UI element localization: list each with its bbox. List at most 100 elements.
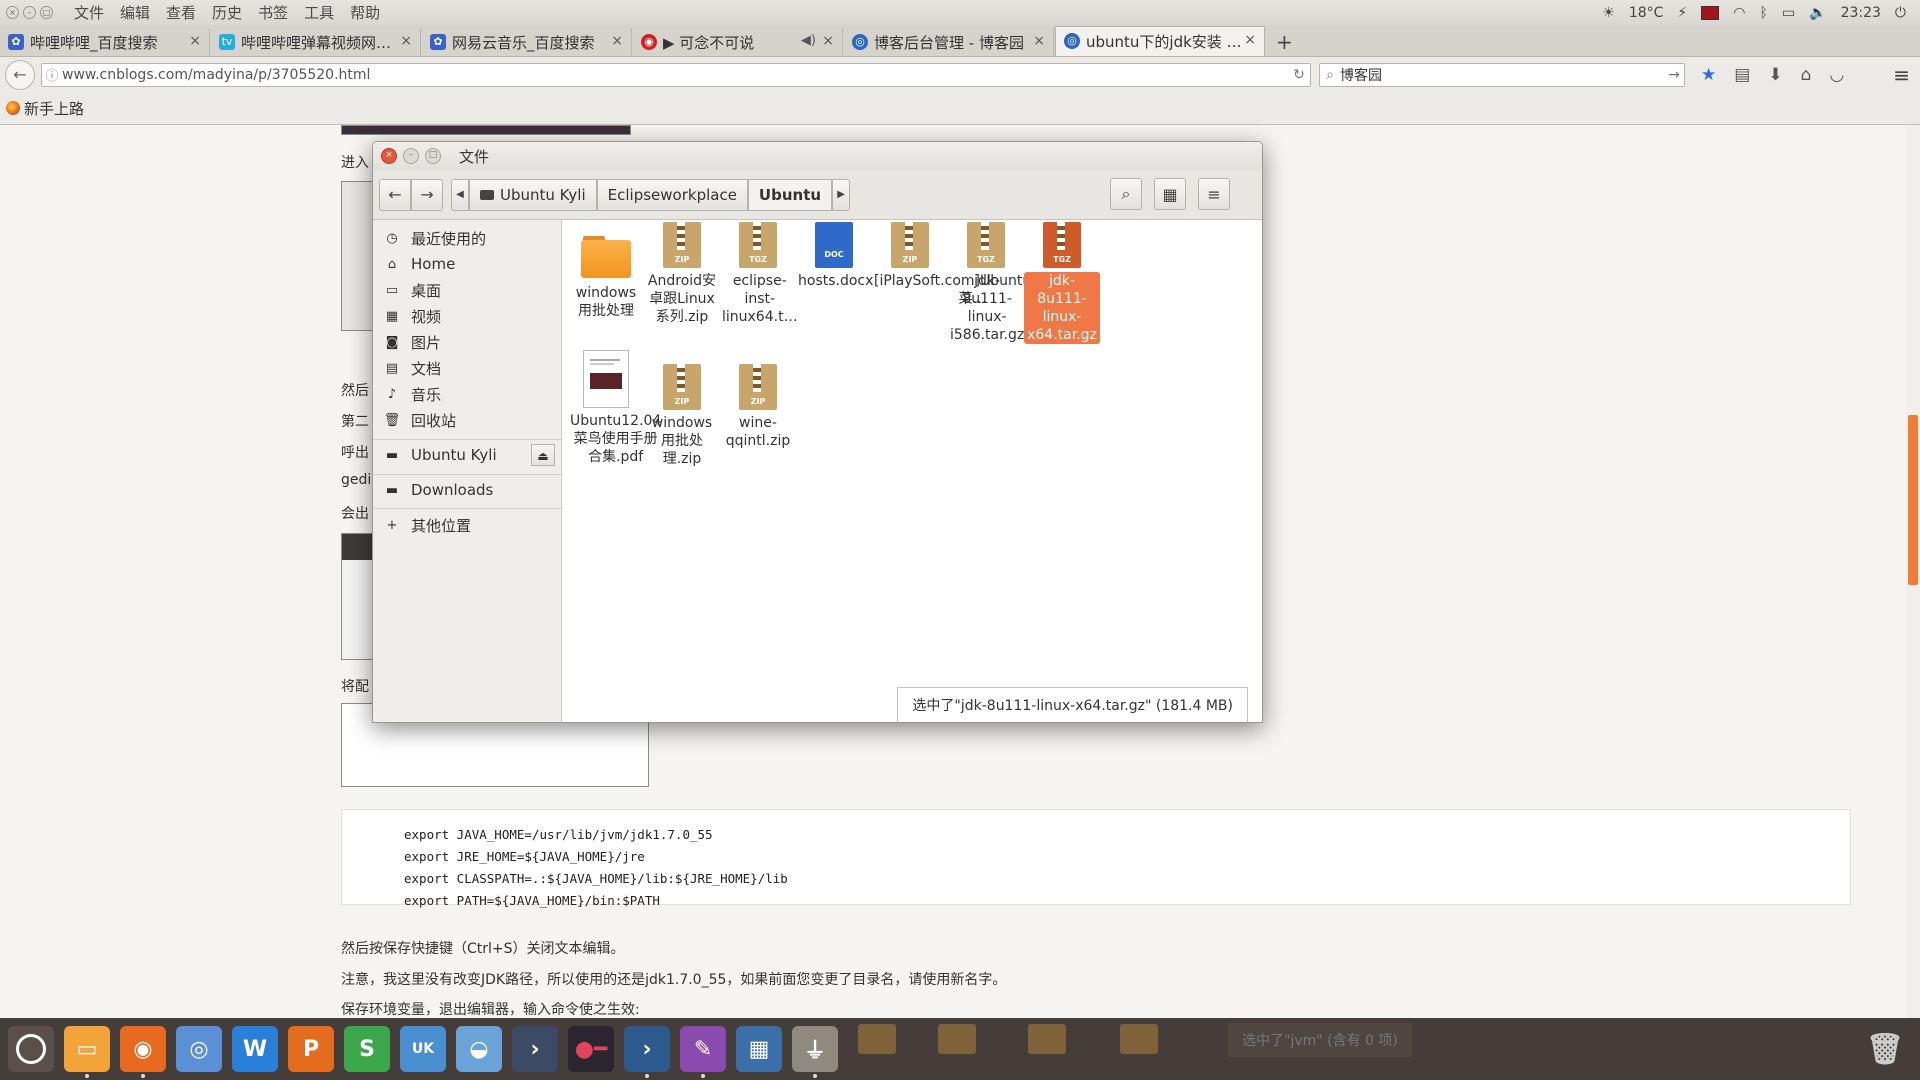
scrollbar-thumb[interactable]	[1908, 415, 1918, 585]
sidebar-item-documents[interactable]: ▤ 文档	[373, 355, 561, 381]
menu-file[interactable]: 文件	[74, 2, 104, 23]
input-method-icon[interactable]: ⚡	[1677, 5, 1687, 21]
close-tab-icon[interactable]: ×	[1244, 32, 1256, 48]
search-input[interactable]: 博客园	[1340, 65, 1664, 85]
url-text[interactable]: www.cnblogs.com/madyina/p/3705520.html	[62, 67, 1288, 83]
bluetooth-icon[interactable]: ᛒ	[1759, 5, 1767, 21]
close-icon[interactable]: ×	[381, 148, 397, 164]
new-tab-icon[interactable]: +	[1266, 28, 1303, 56]
launcher-ubuntu-kylin[interactable]: UK	[400, 1026, 446, 1072]
tab-baidu-netease[interactable]: ✿ 网易云音乐_百度搜索 ×	[422, 28, 632, 56]
menu-edit[interactable]: 编辑	[120, 2, 150, 23]
page-scrollbar[interactable]	[1906, 125, 1920, 1018]
menu-help[interactable]: 帮助	[350, 2, 380, 23]
launcher-workspaces[interactable]: ▦	[736, 1026, 782, 1072]
launcher-wps-spreadsheet[interactable]: S	[344, 1026, 390, 1072]
sidebar-item-desktop[interactable]: ▭ 桌面	[373, 277, 561, 303]
close-tab-icon[interactable]: ×	[822, 33, 834, 49]
sidebar-item-videos[interactable]: ▦ 视频	[373, 303, 561, 329]
breadcrumb-ubuntu-kyli[interactable]: Ubuntu Kyli	[469, 178, 597, 211]
file-item[interactable]: TGZ eclipse-inst-linux64.t…	[720, 222, 798, 326]
reading-list-icon[interactable]: ▤	[1734, 65, 1750, 85]
bookmark-item[interactable]: 新手上路	[24, 98, 84, 119]
close-tab-icon[interactable]: ×	[189, 33, 201, 49]
menu-view[interactable]: 查看	[166, 2, 196, 23]
file-item[interactable]: ZIP Android安卓跟Linux系列.zip	[644, 222, 720, 326]
close-tab-icon[interactable]: ×	[1033, 33, 1045, 49]
tab-jdk-article[interactable]: ◎ ubuntu下的jdk安装 … ×	[1055, 26, 1265, 56]
home-icon[interactable]: ⌂	[1801, 65, 1812, 85]
menu-history[interactable]: 历史	[212, 2, 242, 23]
launcher-vscode[interactable]: ›	[624, 1026, 670, 1078]
file-item[interactable]: windows用批处理	[568, 234, 644, 320]
tab-bilibili[interactable]: tv 哔哩哔哩弹幕视频网… ×	[211, 28, 421, 56]
file-item[interactable]: ZIP wine-qqintl.zip	[720, 364, 796, 450]
launcher-files[interactable]: ▭	[64, 1026, 110, 1078]
minimize-icon[interactable]: –	[403, 148, 419, 164]
file-item[interactable]: Ubuntu12.04菜鸟使用手册合集.pdf	[568, 350, 661, 466]
sidebar-item-other-locations[interactable]: + 其他位置	[373, 512, 561, 538]
speaker-icon[interactable]: ◀)	[801, 33, 816, 48]
sidebar-item-trash[interactable]: 🗑 回收站	[373, 407, 561, 433]
tab-baidu-bilibili[interactable]: ✿ 哔哩哔哩_百度搜索 ×	[0, 28, 210, 56]
forward-button[interactable]: →	[411, 178, 443, 211]
file-item[interactable]: ZIP windows用批处理.zip	[644, 364, 720, 468]
back-button[interactable]: ←	[5, 59, 35, 90]
bookmark-star-icon[interactable]: ★	[1701, 65, 1716, 85]
reload-icon[interactable]: ↻	[1288, 67, 1310, 83]
sidebar-item-home[interactable]: ⌂ Home	[373, 251, 561, 277]
address-bar[interactable]: ⓘ www.cnblogs.com/madyina/p/3705520.html…	[41, 62, 1311, 87]
power-icon[interactable]: ⏻	[1895, 5, 1906, 21]
path-scroll-left-button[interactable]: ◀	[451, 178, 469, 211]
back-button[interactable]: ←	[379, 178, 411, 211]
menu-tools[interactable]: 工具	[304, 2, 334, 23]
breadcrumb-ubuntu[interactable]: Ubuntu	[747, 178, 833, 211]
tab-netease-music[interactable]: ◉ ▶ 可念不可说 ◀) ×	[633, 28, 843, 56]
maximize-icon[interactable]: □	[425, 148, 441, 164]
breadcrumb-eclipseworkplace[interactable]: Eclipseworkplace	[596, 178, 748, 211]
path-scroll-right-button[interactable]: ▶	[832, 178, 851, 211]
view-grid-button[interactable]: ▦	[1154, 178, 1186, 210]
tab-cnblogs-admin[interactable]: ◎ 博客后台管理 - 博客园 ×	[844, 28, 1054, 56]
maximize-window-icon[interactable]: □	[40, 6, 53, 19]
arrow-right-icon[interactable]: →	[1664, 67, 1684, 83]
wifi-icon[interactable]: ◠	[1733, 5, 1745, 21]
hamburger-menu-icon[interactable]: ≡	[1893, 63, 1910, 87]
monitor-icon[interactable]	[1701, 5, 1720, 20]
menu-bookmarks[interactable]: 书签	[258, 2, 288, 23]
volume-icon[interactable]: 🔈	[1809, 5, 1826, 21]
launcher-terminal[interactable]: ›	[512, 1026, 558, 1072]
search-bar[interactable]: ⌕ 博客园 →	[1319, 62, 1685, 87]
battery-icon[interactable]: ▭	[1782, 5, 1795, 21]
sidebar-item-music[interactable]: ♪ 音乐	[373, 381, 561, 407]
minimize-window-icon[interactable]: –	[23, 6, 36, 19]
file-manager-titlebar[interactable]: × – □ 文件	[373, 142, 1262, 170]
launcher-wps-writer[interactable]: W	[232, 1026, 278, 1072]
temperature[interactable]: 18°C	[1629, 5, 1664, 21]
clock[interactable]: 23:23	[1841, 5, 1881, 21]
info-icon[interactable]: ⓘ	[42, 65, 62, 84]
close-window-icon[interactable]: ×	[6, 6, 19, 19]
launcher-screen-recorder[interactable]: ●━	[568, 1026, 614, 1072]
launcher-firefox[interactable]: ◉	[120, 1026, 166, 1078]
launcher-chromium[interactable]: ◎	[176, 1026, 222, 1072]
launcher-usb-drive[interactable]: ⏚	[792, 1026, 838, 1078]
close-tab-icon[interactable]: ×	[611, 33, 623, 49]
search-button[interactable]: ⌕	[1110, 178, 1142, 210]
file-item[interactable]: TGZ jdk-8u111-linux-i586.tar.gz	[948, 222, 1024, 344]
pocket-icon[interactable]: ◡	[1829, 65, 1844, 85]
file-item-selected[interactable]: TGZ jdk-8u111-linux-x64.tar.gz	[1024, 222, 1100, 344]
launcher-trash[interactable]: 🗑	[1862, 1026, 1908, 1072]
launcher-text-editor[interactable]: ✎	[680, 1026, 726, 1078]
sidebar-item-pictures[interactable]: ◙ 图片	[373, 329, 561, 355]
launcher-dash[interactable]	[8, 1026, 54, 1072]
weather-icon[interactable]: ☀	[1602, 5, 1615, 21]
sidebar-item-recent[interactable]: ◷ 最近使用的	[373, 225, 561, 251]
close-tab-icon[interactable]: ×	[400, 33, 412, 49]
launcher-software-center[interactable]: ◒	[456, 1026, 502, 1072]
sidebar-item-downloads[interactable]: ▬ Downloads	[373, 477, 561, 503]
eject-button[interactable]: ⏏	[531, 444, 555, 466]
menu-button[interactable]: ≡	[1198, 178, 1230, 210]
file-item[interactable]: DOC hosts.docx	[796, 222, 873, 290]
launcher-wps-presentation[interactable]: P	[288, 1026, 334, 1072]
